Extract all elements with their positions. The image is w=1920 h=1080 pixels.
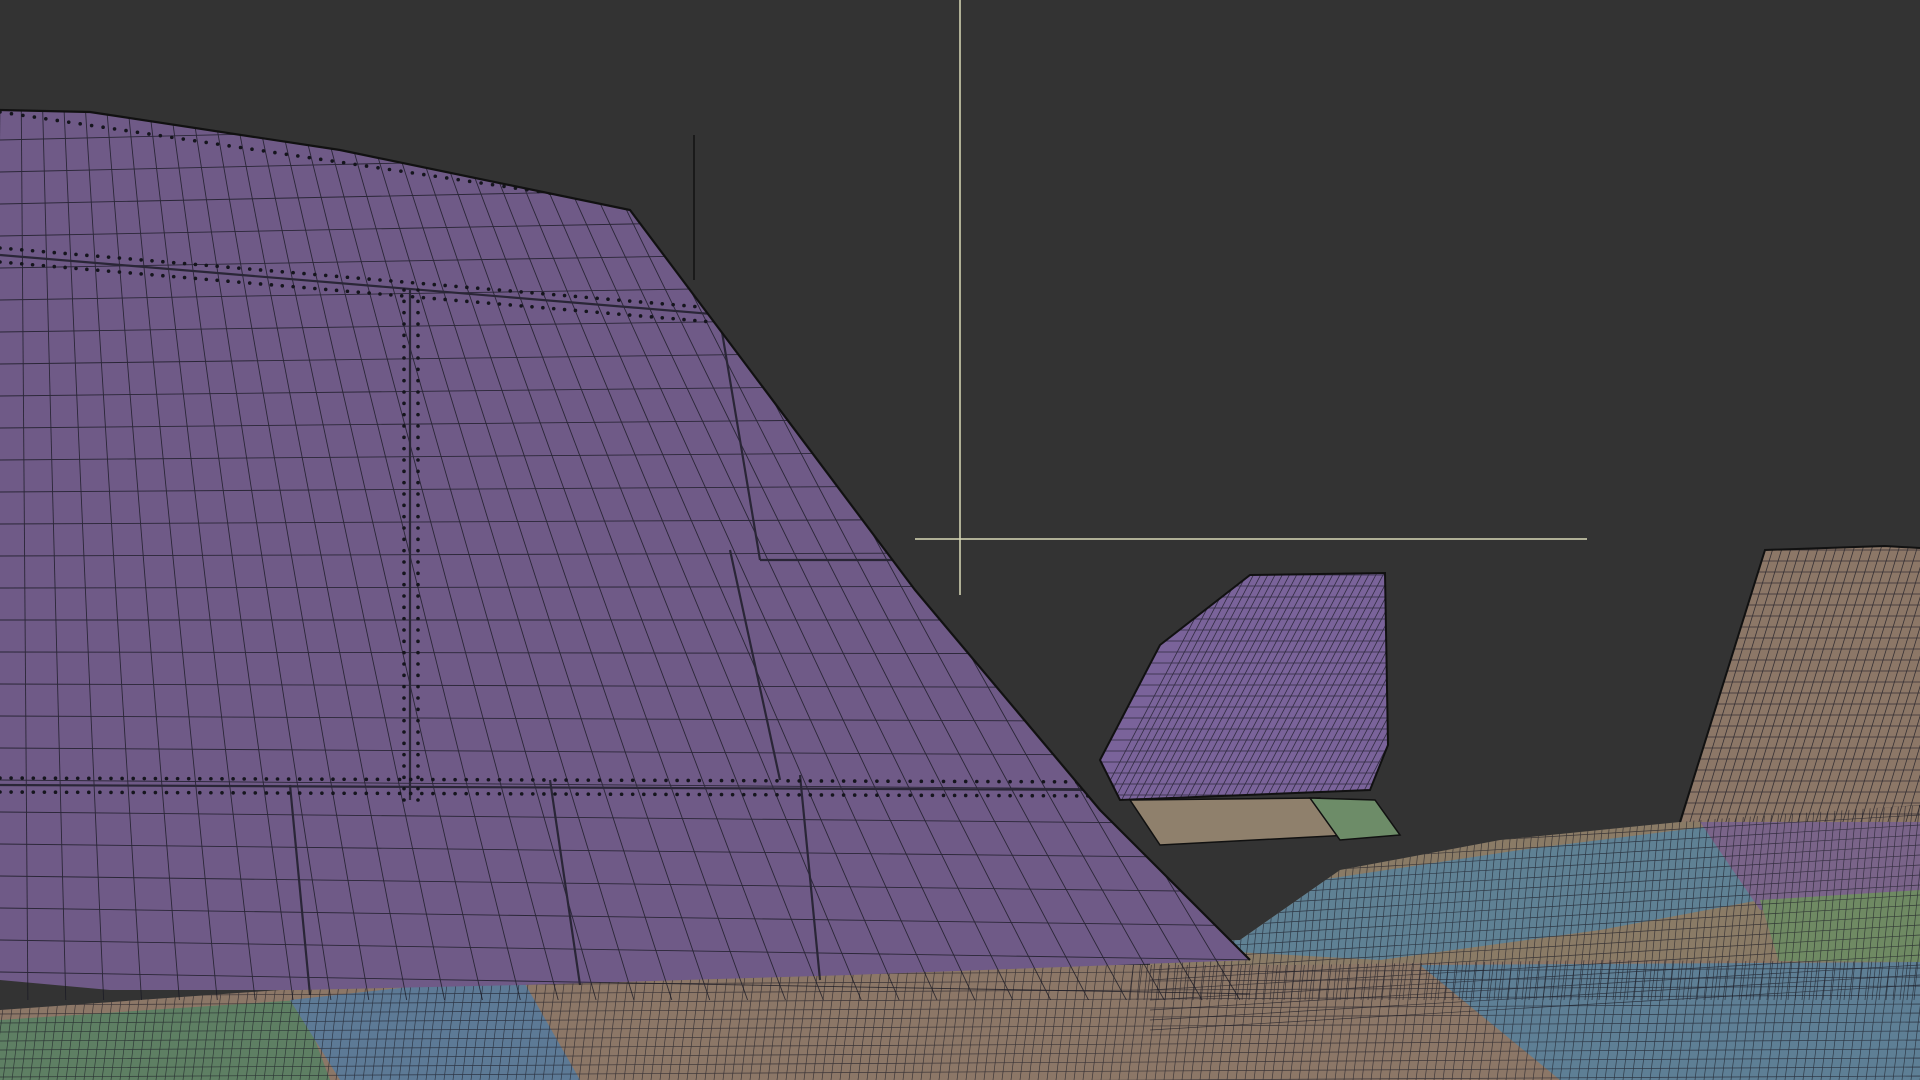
3d-viewport[interactable] — [0, 0, 1920, 1080]
nacelle-under-fin — [1128, 797, 1402, 846]
middle-tail-fin — [1098, 571, 1390, 802]
scene-render[interactable] — [0, 0, 1920, 1080]
right-tail-fin — [1679, 544, 1920, 823]
crosshair-cursor[interactable] — [915, 0, 1587, 595]
foreground-tail-fin — [0, 108, 1251, 1000]
